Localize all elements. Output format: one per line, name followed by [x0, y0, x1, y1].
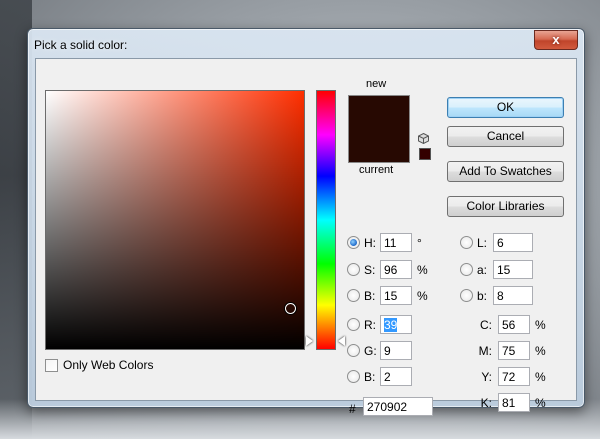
- yellow-row: Y: 72 %: [472, 367, 546, 386]
- hue-slider-right-arrow[interactable]: [338, 336, 345, 346]
- lab-l-radio[interactable]: [460, 236, 473, 249]
- lab-a-row: a: 15: [460, 260, 533, 279]
- cyan-label: C:: [480, 317, 492, 332]
- lab-b-radio[interactable]: [460, 289, 473, 302]
- green-radio[interactable]: [347, 344, 360, 357]
- brightness-unit: %: [417, 288, 428, 303]
- cancel-button[interactable]: Cancel: [447, 126, 564, 147]
- red-row: R: 39: [347, 315, 412, 334]
- lab-a-input[interactable]: 15: [493, 260, 533, 279]
- lab-l-row: L: 6: [460, 233, 533, 252]
- brightness-input[interactable]: 15: [380, 286, 412, 305]
- cyan-unit: %: [535, 317, 546, 332]
- saturation-brightness-field[interactable]: [45, 90, 305, 350]
- only-web-colors-option[interactable]: Only Web Colors: [45, 358, 153, 372]
- saturation-label: S:: [364, 262, 376, 277]
- black-row: K: 81 %: [472, 393, 546, 412]
- hue-label: H:: [364, 235, 376, 250]
- brightness-radio[interactable]: [347, 289, 360, 302]
- only-web-colors-checkbox[interactable]: [45, 358, 58, 372]
- blue-label: B:: [364, 369, 376, 384]
- green-row: G: 9: [347, 341, 412, 360]
- only-web-colors-label: Only Web Colors: [63, 358, 154, 372]
- lab-b-label: b:: [477, 288, 488, 303]
- brightness-row: B: 15 %: [347, 286, 428, 305]
- yellow-label: Y:: [481, 369, 492, 384]
- web-safe-color-swatch[interactable]: [419, 148, 431, 160]
- hex-label: #: [349, 402, 356, 416]
- yellow-input[interactable]: 72: [498, 367, 530, 386]
- red-label: R:: [364, 317, 376, 332]
- black-unit: %: [535, 395, 546, 410]
- new-color-label: new: [366, 78, 387, 90]
- color-picker-dialog: Pick a solid color: x Only Web Colors ne…: [27, 28, 585, 416]
- magenta-unit: %: [535, 343, 546, 358]
- red-radio[interactable]: [347, 318, 360, 331]
- hue-slider[interactable]: [316, 90, 336, 350]
- blue-row: B: 2: [347, 367, 412, 386]
- cyan-row: C: 56 %: [472, 315, 546, 334]
- hue-unit: °: [417, 235, 422, 250]
- magenta-label: M:: [478, 343, 492, 358]
- close-button[interactable]: x: [534, 30, 578, 50]
- red-input[interactable]: 39: [380, 315, 412, 334]
- saturation-row: S: 96 %: [347, 260, 428, 279]
- magenta-row: M: 75 %: [472, 341, 546, 360]
- magenta-input[interactable]: 75: [498, 341, 530, 360]
- cyan-input[interactable]: 56: [498, 315, 530, 334]
- hue-row: H: 11 °: [347, 233, 422, 252]
- black-input[interactable]: 81: [498, 393, 530, 412]
- out-of-gamut-cube-icon[interactable]: [418, 133, 429, 144]
- lab-b-row: b: 8: [460, 286, 533, 305]
- hue-slider-left-arrow[interactable]: [306, 336, 313, 346]
- lab-b-input[interactable]: 8: [493, 286, 533, 305]
- saturation-radio[interactable]: [347, 263, 360, 276]
- lab-a-label: a:: [477, 262, 488, 277]
- color-libraries-button[interactable]: Color Libraries: [447, 196, 564, 217]
- dialog-title: Pick a solid color:: [34, 38, 128, 52]
- close-icon: x: [552, 32, 560, 47]
- green-label: G:: [364, 343, 377, 358]
- green-input[interactable]: 9: [380, 341, 412, 360]
- dialog-body: Only Web Colors new current OK Cancel Ad…: [35, 58, 577, 416]
- blue-input[interactable]: 2: [380, 367, 412, 386]
- current-color-label: current: [359, 164, 394, 176]
- title-bar[interactable]: Pick a solid color: x: [28, 29, 584, 57]
- add-to-swatches-button[interactable]: Add To Swatches: [447, 161, 564, 182]
- saturation-unit: %: [417, 262, 428, 277]
- saturation-input[interactable]: 96: [380, 260, 412, 279]
- blue-radio[interactable]: [347, 370, 360, 383]
- new-color-swatch: [348, 95, 410, 130]
- red-input-value: 39: [384, 318, 398, 332]
- yellow-unit: %: [535, 369, 546, 384]
- hue-input[interactable]: 11: [380, 233, 412, 252]
- black-label: K:: [480, 395, 492, 410]
- brightness-label: B:: [364, 288, 376, 303]
- lab-a-radio[interactable]: [460, 263, 473, 276]
- hex-input[interactable]: 270902: [363, 397, 433, 416]
- hue-radio[interactable]: [347, 236, 360, 249]
- lab-l-input[interactable]: 6: [493, 233, 533, 252]
- ok-button[interactable]: OK: [447, 97, 564, 118]
- lab-l-label: L:: [477, 235, 488, 250]
- current-color-swatch[interactable]: [348, 129, 410, 163]
- field-cursor[interactable]: [285, 303, 296, 314]
